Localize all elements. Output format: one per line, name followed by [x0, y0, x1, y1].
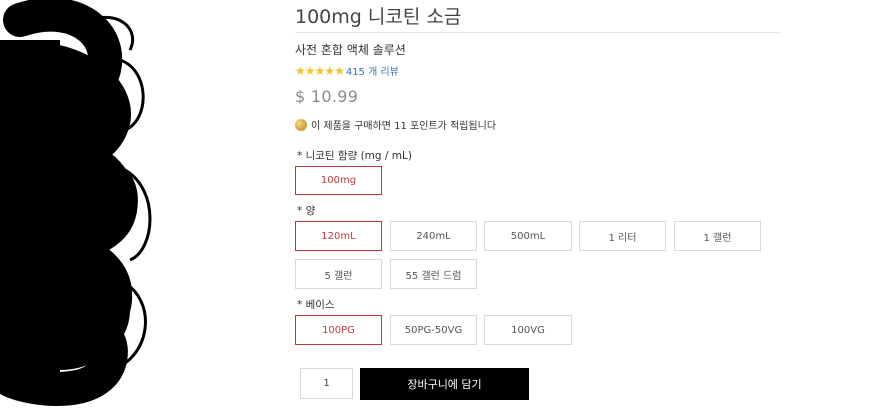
option-volume-5-gallon[interactable]: 5 갤런 [295, 259, 382, 289]
product-subtitle: 사전 혼합 액체 솔루션 [295, 43, 406, 57]
title-divider [295, 32, 781, 33]
star-icon: ★ [295, 63, 306, 78]
option-volume-55-gallon-drum[interactable]: 55 갤런 드럼 [390, 259, 477, 289]
star-icon: ★ [334, 63, 345, 78]
option-base-50pg-50vg[interactable]: 50PG-50VG [390, 315, 477, 345]
option-volume-240ml[interactable]: 240mL [390, 221, 477, 251]
points-text: 이 제품을 구매하면 11 포인트가 적립됩니다 [311, 121, 497, 132]
price: $ 10.99 [295, 87, 359, 106]
option-volume-1-liter[interactable]: 1 리터 [579, 221, 666, 251]
add-to-cart-button[interactable]: 장바구니에 담기 [360, 368, 529, 400]
option-volume-120ml[interactable]: 120mL [295, 221, 382, 251]
base-label: * 베이스 [297, 299, 335, 311]
volume-label: * 양 [297, 205, 316, 217]
points-notice: 이 제품을 구매하면 11 포인트가 적립됩니다 [295, 117, 496, 132]
star-icon: ★ [314, 63, 326, 78]
reviews-link[interactable]: 415 개 리뷰 [346, 63, 399, 78]
option-base-100pg[interactable]: 100PG [295, 315, 382, 345]
rating[interactable]: ★ ★ ★ ★ ★ 415 개 리뷰 [295, 63, 399, 79]
option-volume-500ml[interactable]: 500mL [484, 221, 572, 251]
product-title: 100mg 니코틴 소금 [295, 6, 462, 28]
option-nicotine-100mg[interactable]: 100mg [295, 166, 382, 195]
option-base-100vg[interactable]: 100VG [484, 315, 572, 345]
star-icon: ★ [324, 63, 335, 78]
option-volume-1-gallon[interactable]: 1 갤런 [674, 221, 761, 251]
star-icon: ★ [304, 63, 316, 78]
coin-icon [295, 118, 307, 131]
quantity-input[interactable]: 1 [300, 368, 353, 399]
redacted-product-image [0, 0, 152, 406]
nicotine-label: * 니코틴 함량 (mg / mL) [297, 150, 412, 162]
